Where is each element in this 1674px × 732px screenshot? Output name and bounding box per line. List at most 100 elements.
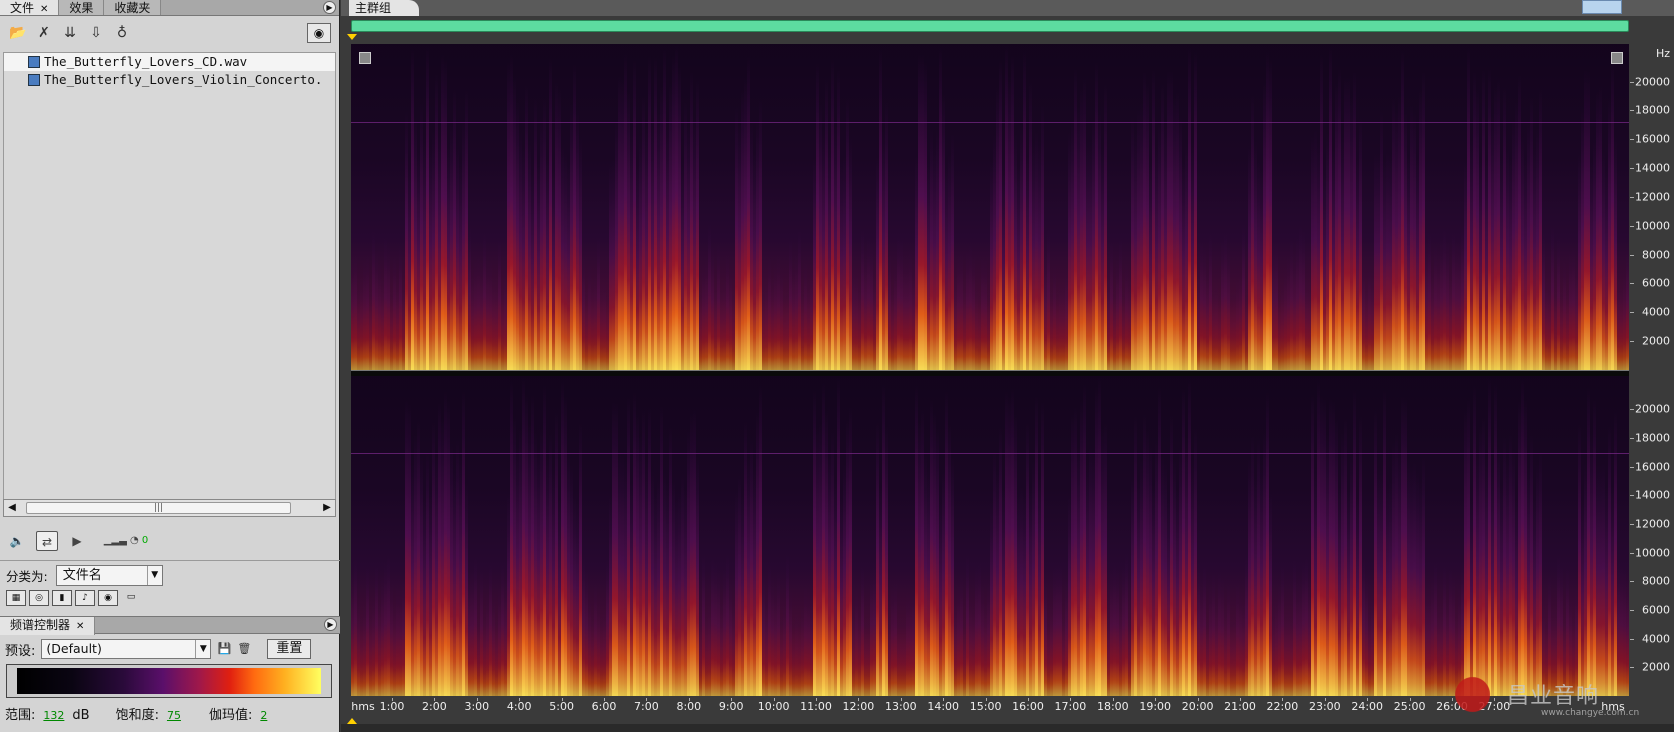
status-bar	[341, 724, 1674, 732]
watermark: 昌业音响 www.changye.com.cn	[1451, 672, 1671, 728]
panel-menu-icon[interactable]: ▶	[323, 1, 336, 14]
saturation-value[interactable]: 75	[167, 709, 181, 722]
range-value[interactable]: 132	[43, 709, 64, 722]
view-toggle-button[interactable]	[1582, 0, 1622, 14]
preset-row: 预设: (Default) ▼ 💾 🗑 重置	[5, 638, 312, 660]
close-icon[interactable]: ✕	[76, 621, 84, 632]
watermark-logo-icon	[1451, 672, 1505, 722]
hz-tick-label: 10000	[1635, 546, 1670, 560]
waveform-overview[interactable]	[351, 20, 1629, 32]
save-preset-icon[interactable]: 💾	[217, 640, 232, 658]
hz-tick	[1630, 139, 1634, 141]
time-tick-label: 19:00	[1139, 700, 1172, 713]
time-tick-label: 20:00	[1181, 700, 1214, 713]
time-tick-label: 13:00	[884, 700, 917, 713]
time-tick-label: 7:00	[634, 700, 659, 713]
filter-midi-icon[interactable]: ♪	[75, 590, 95, 606]
hz-tick	[1630, 225, 1634, 227]
time-tick	[731, 698, 733, 701]
delete-preset-icon[interactable]: 🗑	[237, 640, 251, 658]
main-editor: 主群组 Hz 20000 18000 16000 14000 12000 10000 800…	[341, 0, 1674, 732]
hz-tick	[1630, 438, 1634, 440]
filter-buttons: ▦ ◎ ▮ ♪ ◉ ▭	[6, 590, 141, 606]
hz-tick-label: 18000	[1635, 103, 1670, 117]
playhead-marker-icon[interactable]	[347, 34, 357, 40]
sort-select[interactable]: 文件名 ▼	[55, 564, 163, 586]
scroll-thumb[interactable]: |||	[26, 502, 291, 514]
spectrogram-column	[1626, 246, 1629, 370]
chevron-down-icon: ▼	[195, 640, 210, 658]
hz-tick-label: 2000	[1642, 334, 1670, 348]
scroll-right-icon[interactable]: ▶	[319, 500, 335, 516]
frequency-band-line	[351, 122, 1629, 124]
close-icon[interactable]: ✕	[40, 4, 48, 15]
cd-icon[interactable]: ▭	[121, 590, 141, 606]
list-item[interactable]: The_Butterfly_Lovers_CD.wav	[4, 53, 335, 71]
edit-file-icon[interactable]: ♁	[112, 24, 132, 42]
volume-knob[interactable]: ▁▂▃ ◔ 0	[96, 531, 156, 551]
wave-file-icon	[28, 74, 40, 86]
zoom-corner-icon[interactable]	[1611, 52, 1623, 64]
color-gradient	[17, 668, 321, 694]
time-tick-label: 14:00	[927, 700, 960, 713]
tab-effects[interactable]: 效果	[59, 0, 105, 15]
time-tick	[392, 698, 393, 701]
hz-tick-label: 20000	[1635, 75, 1670, 89]
time-ruler[interactable]: hms hms 1:00 2:00 3:00 4:00 5:00 6:00 7:00 8:00…	[351, 698, 1629, 716]
tab-favorites[interactable]: 收藏夹	[104, 0, 162, 15]
close-file-icon[interactable]: ✗	[34, 24, 54, 42]
play-icon[interactable]: ▶	[66, 531, 88, 551]
hz-tick	[1630, 667, 1634, 669]
hz-tick-label: 12000	[1635, 190, 1670, 204]
time-tick	[1112, 698, 1114, 701]
preset-select[interactable]: (Default) ▼	[41, 639, 212, 659]
tab-main-group[interactable]: 主群组	[349, 0, 420, 16]
import-file-icon[interactable]: 📂	[8, 24, 28, 42]
spectrogram-channel-left[interactable]	[351, 44, 1629, 370]
time-tick	[434, 698, 436, 701]
time-tick-label: 23:00	[1308, 700, 1341, 713]
file-panel-tabs: 文件 ✕ 效果 收藏夹 ▶	[0, 0, 339, 16]
time-tick-label: 25:00	[1393, 700, 1426, 713]
time-tick	[1367, 698, 1369, 701]
loop-icon[interactable]: ⇄	[36, 531, 58, 551]
hz-tick	[1630, 524, 1634, 526]
time-tick-label: 21:00	[1224, 700, 1256, 713]
time-tick	[1324, 698, 1326, 701]
tab-files[interactable]: 文件 ✕	[0, 0, 60, 15]
wave-file-icon	[28, 56, 40, 68]
frequency-band-line	[351, 452, 1629, 454]
time-tick-label: 12:00	[842, 700, 875, 713]
speaker-icon[interactable]: 🔈	[6, 531, 28, 551]
gamma-value[interactable]: 2	[260, 709, 267, 722]
time-tick-label: 1:00	[379, 700, 405, 713]
watermark-url: www.changye.com.cn	[1541, 708, 1640, 718]
tab-spectral-controls[interactable]: 频谱控制器 ✕	[0, 617, 96, 635]
time-tick	[1197, 698, 1199, 701]
insert-cd-icon[interactable]: ⇩	[86, 24, 106, 42]
insert-multitrack-icon[interactable]: ⇊	[60, 24, 80, 42]
file-list: The_Butterfly_Lovers_CD.wav The_Butterfl…	[3, 52, 336, 500]
horizontal-scrollbar[interactable]: ◀ ||| ▶	[3, 499, 336, 517]
file-panel: 文件 ✕ 效果 收藏夹 ▶ 📂 ✗ ⇊ ⇩ ♁ ◉ The_Butterfly_L…	[0, 0, 340, 732]
view-options-icon[interactable]: ◉	[307, 23, 331, 43]
time-tick-label: 22:00	[1266, 700, 1299, 713]
filter-view-icon[interactable]: ◉	[98, 590, 118, 606]
hz-tick	[1630, 110, 1634, 112]
list-item[interactable]: The_Butterfly_Lovers_Violin_Concerto.	[4, 71, 335, 89]
panel-menu-icon[interactable]: ▶	[324, 618, 337, 631]
filter-audio-icon[interactable]: ▦	[6, 590, 26, 606]
filter-video-icon[interactable]: ▮	[52, 590, 72, 606]
watermark-text: 昌业音响	[1507, 684, 1600, 709]
time-tick-label: 17:00	[1054, 700, 1087, 713]
time-tick	[688, 698, 690, 701]
time-tick	[900, 698, 902, 701]
color-gradient-bar	[6, 664, 332, 698]
frequency-axis-left: Hz 20000 18000 16000 14000 12000 10000 8000 600…	[1630, 44, 1674, 370]
hz-tick-label: 14000	[1635, 488, 1670, 502]
reset-button[interactable]: 重置	[267, 639, 312, 659]
filter-loop-icon[interactable]: ◎	[29, 590, 49, 606]
zoom-corner-icon[interactable]	[359, 52, 371, 64]
scroll-left-icon[interactable]: ◀	[4, 500, 20, 516]
spectrogram-channel-right[interactable]	[351, 376, 1629, 696]
